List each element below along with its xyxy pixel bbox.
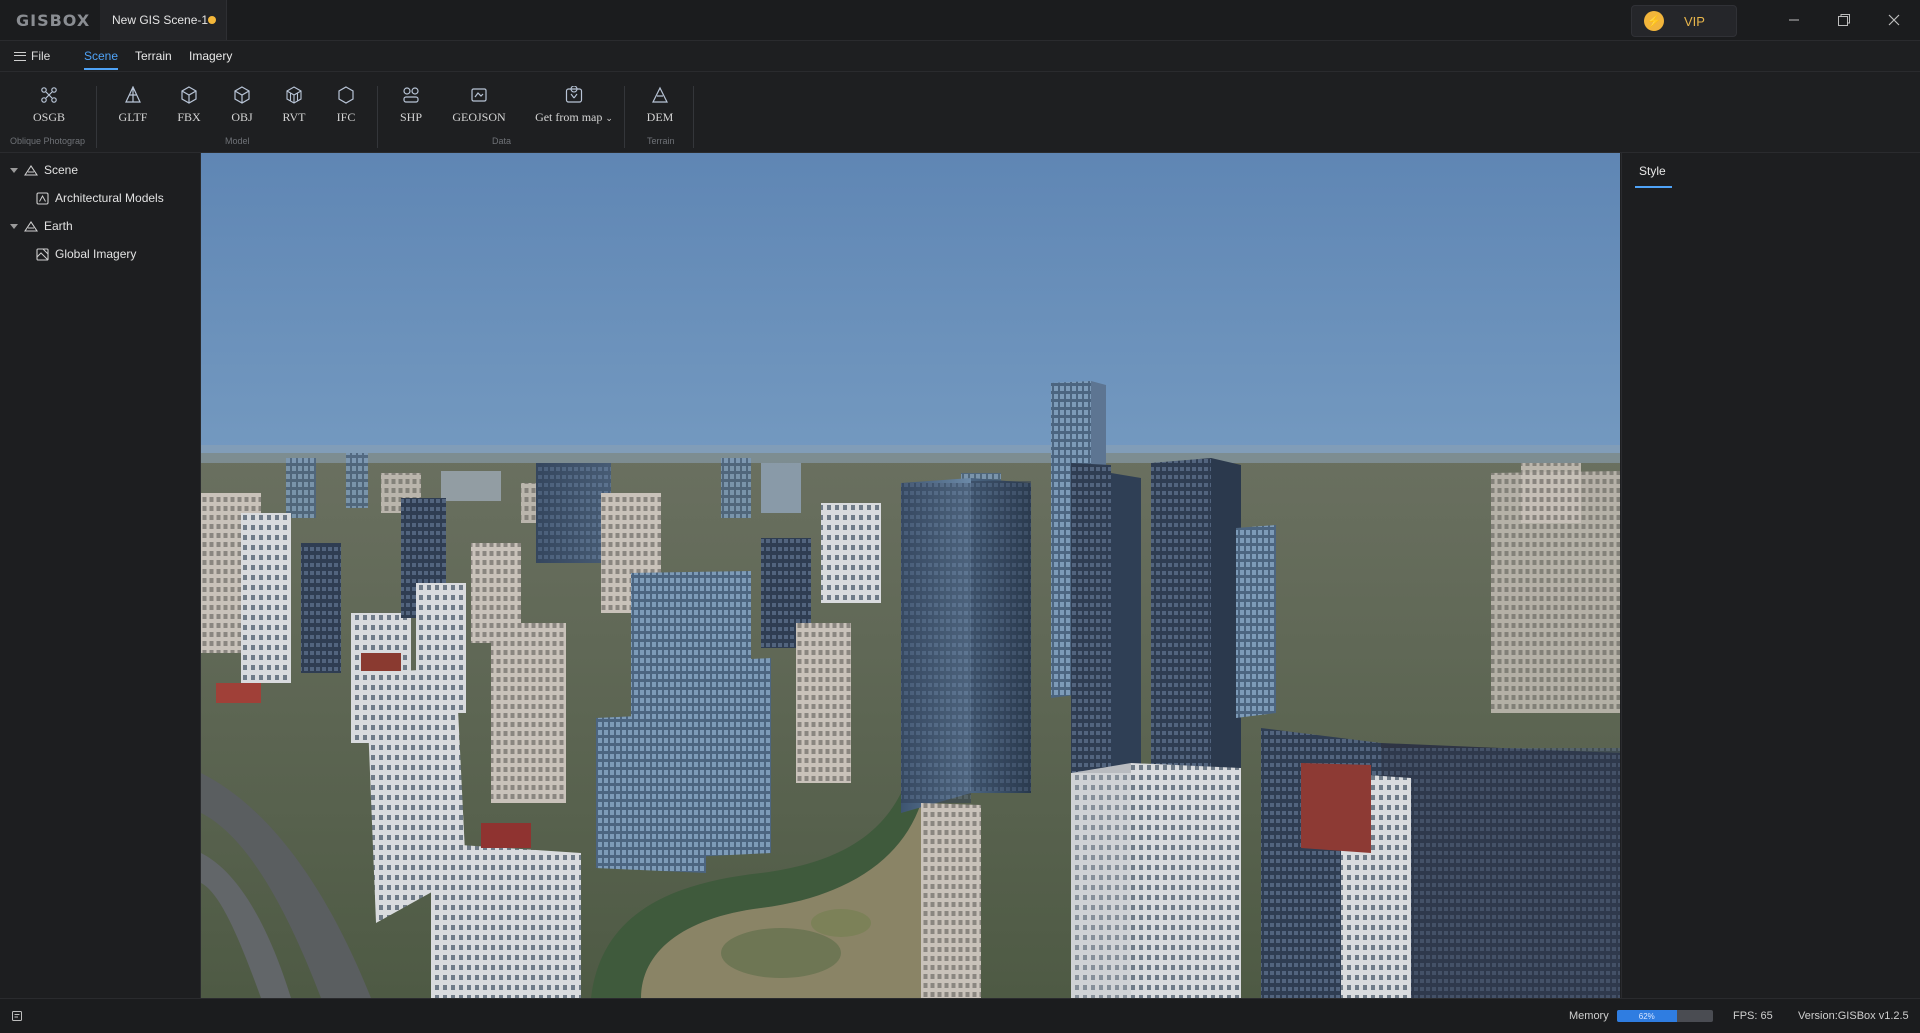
caret-down-icon[interactable] bbox=[10, 167, 18, 173]
hamburger-icon bbox=[14, 51, 26, 61]
fps-readout: FPS: 65 bbox=[1733, 1010, 1773, 1022]
fbx-label: FBX bbox=[177, 110, 201, 124]
osgb-icon bbox=[40, 86, 58, 104]
memory-label: Memory bbox=[1569, 1010, 1609, 1022]
dem-button[interactable]: DEM bbox=[633, 86, 687, 125]
title-bar: GISBOX New GIS Scene-1 ⚡ VIP bbox=[0, 0, 1920, 41]
bolt-icon: ⚡ bbox=[1644, 11, 1664, 31]
restore-icon bbox=[1838, 14, 1850, 26]
model-icon bbox=[36, 191, 49, 205]
tree-node-architectural-models[interactable]: Architectural Models bbox=[36, 191, 164, 205]
tree-node-global-imagery-label: Global Imagery bbox=[55, 247, 137, 261]
vip-label: VIP bbox=[1684, 13, 1705, 29]
group-label-terrain: Terrain bbox=[647, 136, 675, 146]
city-scene-image bbox=[201, 153, 1620, 998]
minimize-button[interactable] bbox=[1779, 8, 1809, 32]
minimize-icon bbox=[1789, 19, 1799, 21]
ribbon-separator bbox=[693, 86, 694, 148]
gltf-label: GLTF bbox=[118, 110, 148, 124]
version-text: Version:GISBox v1.2.5 bbox=[1798, 1010, 1909, 1022]
ifc-button[interactable]: IFC bbox=[319, 86, 373, 125]
status-bar: Memory 62% FPS: 65 Version:GISBox v1.2.5 bbox=[0, 998, 1920, 1033]
close-button[interactable] bbox=[1879, 8, 1909, 32]
layer-tree: Scene Architectural Models Earth Global … bbox=[0, 153, 201, 998]
tree-node-scene[interactable]: Scene bbox=[10, 163, 78, 177]
menu-bar: File Scene Terrain Imagery bbox=[0, 41, 1920, 72]
ribbon-separator bbox=[96, 86, 97, 148]
geojson-icon bbox=[470, 86, 488, 104]
memory-bar: 62% bbox=[1617, 1010, 1713, 1022]
tree-node-scene-label: Scene bbox=[44, 163, 79, 177]
group-label-model: Model bbox=[225, 136, 250, 146]
3d-viewport[interactable] bbox=[201, 153, 1620, 998]
memory-bar-fill: 62% bbox=[1617, 1010, 1677, 1022]
earth-icon bbox=[24, 221, 38, 232]
rvt-button[interactable]: RVT bbox=[267, 86, 321, 125]
get-from-map-label: Get from map ⌄ bbox=[535, 110, 613, 124]
tree-node-earth-label: Earth bbox=[44, 219, 73, 233]
tab-imagery[interactable]: Imagery bbox=[189, 49, 232, 63]
obj-label: OBJ bbox=[231, 110, 253, 124]
ifc-label: IFC bbox=[336, 110, 356, 124]
restore-button[interactable] bbox=[1829, 8, 1859, 32]
get-from-map-button[interactable]: Get from map ⌄ bbox=[532, 86, 616, 125]
caret-down-icon[interactable] bbox=[10, 223, 18, 229]
geojson-button[interactable]: GEOJSON bbox=[452, 86, 506, 125]
tab-style[interactable]: Style bbox=[1635, 164, 1672, 188]
rvt-icon bbox=[285, 86, 303, 104]
properties-panel: Style bbox=[1621, 153, 1920, 998]
rvt-label: RVT bbox=[282, 110, 306, 124]
shp-icon bbox=[402, 86, 420, 104]
ribbon-toolbar: OSGB GLTF FBX OBJ RVT IFC SHP GEOJSON Ge… bbox=[0, 72, 1920, 153]
app-logo: GISBOX bbox=[16, 11, 91, 30]
tree-node-architectural-models-label: Architectural Models bbox=[55, 191, 164, 205]
file-menu[interactable]: File bbox=[14, 49, 50, 63]
tab-terrain[interactable]: Terrain bbox=[135, 49, 172, 63]
ribbon-separator bbox=[624, 86, 625, 148]
scene-icon bbox=[24, 165, 38, 176]
vip-button[interactable]: ⚡ VIP bbox=[1631, 5, 1737, 37]
close-icon bbox=[1888, 14, 1900, 26]
tree-node-global-imagery[interactable]: Global Imagery bbox=[36, 247, 136, 261]
obj-icon bbox=[233, 86, 251, 104]
chevron-down-icon: ⌄ bbox=[605, 113, 613, 123]
fbx-icon bbox=[180, 86, 198, 104]
notes-icon[interactable] bbox=[11, 1010, 23, 1022]
map-icon bbox=[565, 86, 583, 104]
file-menu-label: File bbox=[31, 49, 51, 63]
osgb-button[interactable]: OSGB bbox=[22, 86, 76, 125]
document-tab-title: New GIS Scene-1 bbox=[112, 13, 209, 27]
ifc-icon bbox=[337, 86, 355, 104]
imagery-icon bbox=[36, 247, 49, 261]
unsaved-dot-icon bbox=[208, 16, 216, 24]
document-tab[interactable]: New GIS Scene-1 bbox=[100, 0, 227, 40]
gltf-icon bbox=[124, 86, 142, 104]
osgb-label: OSGB bbox=[32, 110, 65, 124]
geojson-label: GEOJSON bbox=[452, 110, 506, 124]
gltf-button[interactable]: GLTF bbox=[106, 86, 160, 125]
group-label-data: Data bbox=[492, 136, 512, 146]
ribbon-separator bbox=[377, 86, 378, 148]
tab-scene[interactable]: Scene bbox=[84, 49, 119, 70]
obj-button[interactable]: OBJ bbox=[215, 86, 269, 125]
fbx-button[interactable]: FBX bbox=[162, 86, 216, 125]
group-label-oblique: Oblique Photograp bbox=[10, 136, 86, 146]
memory-percent-text: 62% bbox=[1638, 1011, 1655, 1021]
shp-button[interactable]: SHP bbox=[384, 86, 438, 125]
dem-label: DEM bbox=[646, 110, 674, 124]
tree-node-earth[interactable]: Earth bbox=[10, 219, 73, 233]
dem-icon bbox=[651, 86, 669, 104]
shp-label: SHP bbox=[399, 110, 422, 124]
